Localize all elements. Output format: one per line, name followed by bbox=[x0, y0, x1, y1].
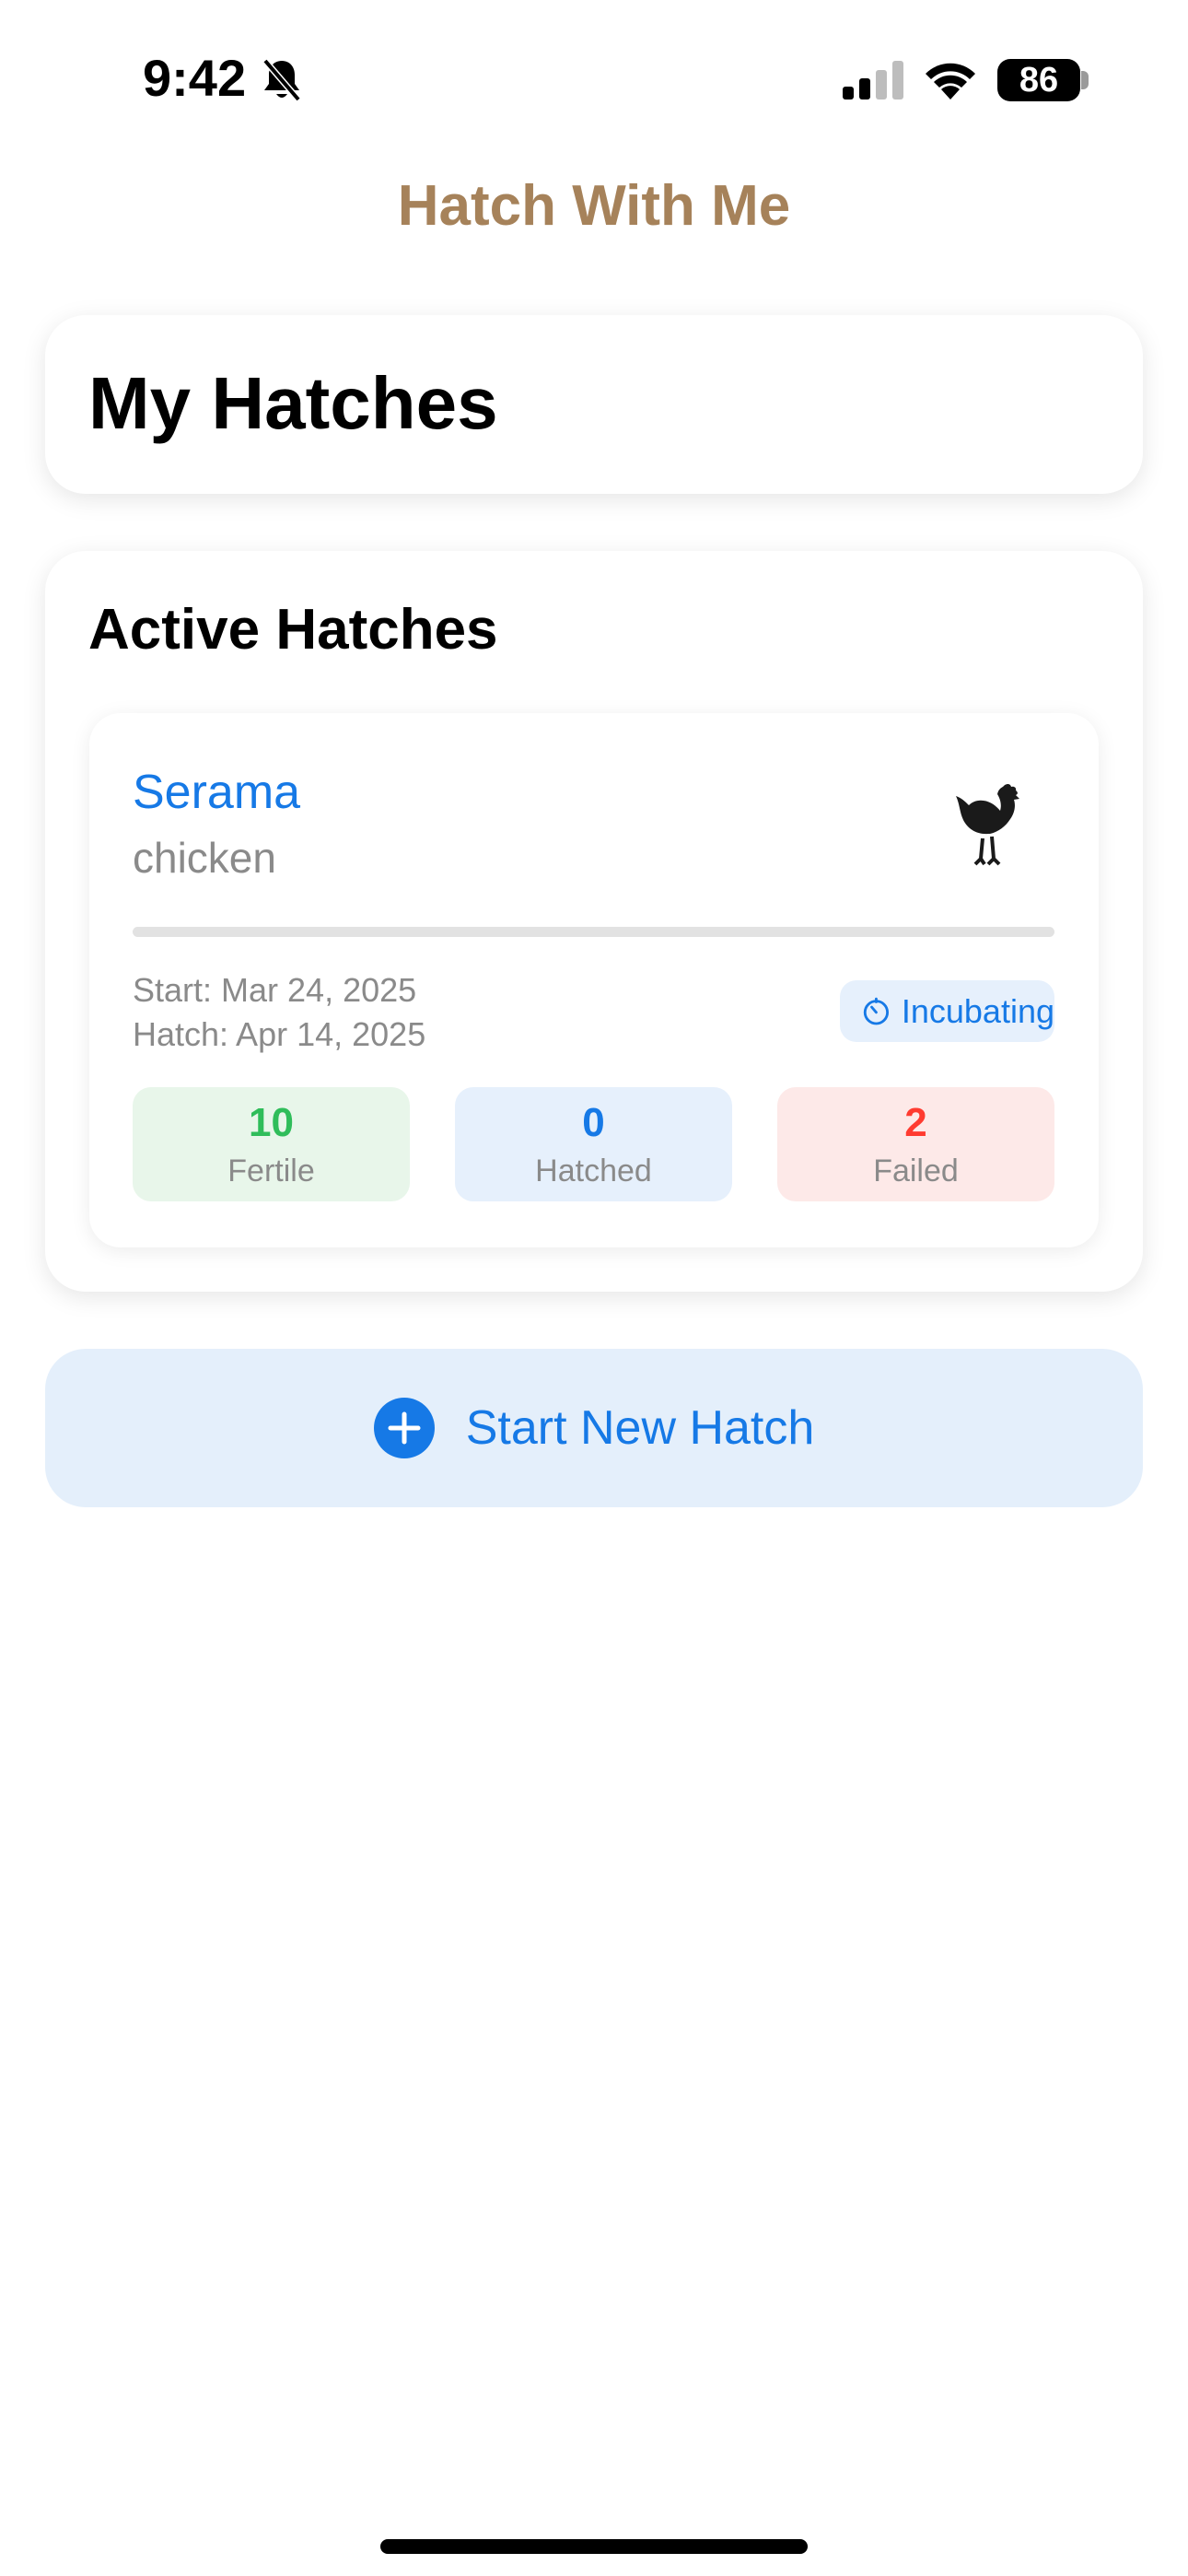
section-title: Active Hatches bbox=[88, 598, 498, 662]
failed-count: 2 bbox=[904, 1100, 927, 1145]
failed-stat: 2 Failed bbox=[777, 1087, 1054, 1201]
hatch-card[interactable]: Serama chicken Start: Mar 24, 2025 Hatch… bbox=[89, 713, 1099, 1247]
battery-indicator: 86 bbox=[997, 59, 1080, 101]
status-label: Incubating bbox=[901, 991, 1054, 1030]
start-new-hatch-button[interactable]: Start New Hatch bbox=[45, 1349, 1143, 1507]
status-time: 9:42 bbox=[143, 49, 247, 107]
page-title: My Hatches bbox=[88, 362, 498, 444]
hatched-stat: 0 Hatched bbox=[455, 1087, 732, 1201]
chicken-icon bbox=[956, 784, 1019, 866]
battery-cap bbox=[1081, 71, 1089, 89]
silent-bell-icon bbox=[262, 58, 301, 102]
active-hatches-section: Active Hatches Serama chicken Start: Mar… bbox=[45, 551, 1143, 1292]
home-indicator[interactable] bbox=[380, 2539, 808, 2554]
fertile-label: Fertile bbox=[227, 1153, 315, 1188]
incubation-progress-bar bbox=[133, 927, 1054, 937]
plus-circle-icon bbox=[373, 1398, 435, 1458]
screen: 9:42 86 Hatch With Me My Hatches Active … bbox=[0, 0, 1188, 2576]
timer-icon bbox=[863, 997, 890, 1025]
breed-name: Serama bbox=[133, 766, 301, 819]
start-date: Start: Mar 24, 2025 bbox=[133, 971, 417, 1009]
hatched-count: 0 bbox=[582, 1100, 605, 1145]
status-badge: Incubating bbox=[840, 980, 1054, 1042]
fertile-stat: 10 Fertile bbox=[133, 1087, 410, 1201]
species-label: chicken bbox=[133, 834, 276, 882]
cellular-signal-icon bbox=[843, 61, 903, 100]
status-bar: 9:42 86 bbox=[0, 0, 1188, 157]
app-title: Hatch With Me bbox=[397, 174, 791, 238]
hatch-date: Hatch: Apr 14, 2025 bbox=[133, 1015, 426, 1053]
start-new-hatch-label: Start New Hatch bbox=[465, 1401, 815, 1455]
hatched-label: Hatched bbox=[535, 1153, 652, 1188]
wifi-icon bbox=[926, 63, 975, 100]
page-title-card: My Hatches bbox=[45, 315, 1143, 494]
fertile-count: 10 bbox=[249, 1100, 294, 1145]
failed-label: Failed bbox=[873, 1153, 959, 1188]
